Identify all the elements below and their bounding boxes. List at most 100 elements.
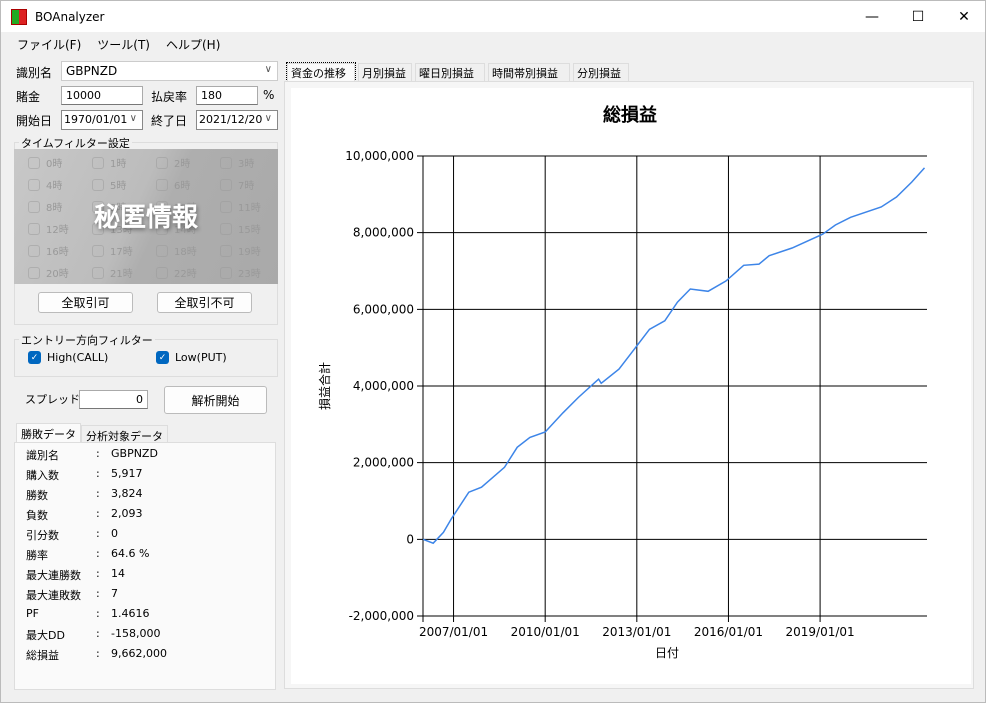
chart-tab[interactable]: 分別損益: [573, 63, 629, 81]
payout-input[interactable]: 180: [196, 86, 258, 105]
stat-row: 総損益:9,662,000: [26, 647, 167, 663]
maximize-button[interactable]: ☐: [895, 1, 941, 32]
checkbox-icon: [92, 266, 104, 279]
chart-tab[interactable]: 曜日別損益: [415, 63, 485, 81]
hour-checkbox[interactable]: 22時: [156, 265, 197, 280]
checkbox-icon: [92, 156, 104, 169]
stat-key: 負数: [26, 509, 48, 522]
hour-label: 17時: [110, 247, 133, 258]
stat-key: 識別名: [26, 449, 59, 462]
stat-key: 購入数: [26, 469, 59, 482]
stat-row: 購入数:5,917: [26, 467, 143, 483]
stat-sep: :: [96, 587, 100, 600]
window-title: BOAnalyzer: [35, 9, 105, 24]
hour-label: 22時: [174, 269, 197, 280]
checkbox-icon: [92, 178, 104, 191]
close-button[interactable]: ✕: [941, 1, 986, 32]
hour-label: 23時: [238, 269, 261, 280]
redacted-overlay: 秘匿情報: [93, 203, 198, 233]
menu-tools[interactable]: ツール(T): [89, 36, 158, 53]
stat-value: 9,662,000: [111, 647, 167, 660]
spread-input[interactable]: 0: [79, 390, 148, 409]
minimize-button[interactable]: —: [849, 1, 895, 32]
end-date-picker[interactable]: 2021/12/20 ∨: [196, 110, 278, 130]
stat-sep: :: [96, 507, 100, 520]
hour-checkbox[interactable]: 17時: [92, 243, 133, 258]
stat-row: PF:1.4616: [26, 607, 150, 620]
checkbox-icon: [28, 178, 40, 191]
stat-value: 1.4616: [111, 607, 150, 620]
analyze-button[interactable]: 解析開始: [164, 386, 267, 414]
payout-unit: %: [263, 88, 275, 102]
stats-panel: 識別名: GBPNZD 購入数:5,917 勝数:3,824 負数:2,093 引分数:0…: [14, 442, 276, 690]
spread-label: スプレッド: [25, 393, 80, 406]
hour-label: 6時: [174, 181, 191, 192]
high-call-checkbox[interactable]: ✓ High(CALL): [28, 351, 108, 364]
hour-checkbox[interactable]: 0時: [28, 155, 62, 170]
x-tick-label: 2016/01/01: [694, 625, 763, 639]
stat-value: 14: [111, 567, 125, 580]
allow-all-button[interactable]: 全取引可: [38, 292, 133, 313]
start-date-picker[interactable]: 1970/01/01 ∨: [61, 110, 143, 130]
hour-checkbox[interactable]: 6時: [156, 177, 190, 192]
hour-checkbox[interactable]: 4時: [28, 177, 62, 192]
deny-all-button[interactable]: 全取引不可: [157, 292, 252, 313]
stat-value: 2,093: [111, 507, 143, 520]
symbol-value: GBPNZD: [66, 64, 118, 78]
hour-checkbox[interactable]: 7時: [220, 177, 254, 192]
hour-checkbox[interactable]: 2時: [156, 155, 190, 170]
stat-sep: :: [96, 547, 100, 560]
hour-checkbox[interactable]: 19時: [220, 243, 261, 258]
tab-analysis-data[interactable]: 分析対象データ: [81, 425, 168, 443]
chevron-down-icon: ∨: [264, 64, 272, 75]
hour-label: 19時: [238, 247, 261, 258]
stat-sep: :: [96, 527, 100, 540]
checkbox-icon: [156, 244, 168, 257]
hour-checkbox[interactable]: 1時: [92, 155, 126, 170]
chart-tab[interactable]: 月別損益: [358, 63, 412, 81]
stat-sep: :: [96, 567, 100, 580]
menu-help[interactable]: ヘルプ(H): [158, 36, 228, 53]
hour-checkbox[interactable]: 21時: [92, 265, 133, 280]
checkbox-icon: [28, 266, 40, 279]
hour-checkbox[interactable]: 23時: [220, 265, 261, 280]
bet-label: 賭金: [16, 90, 41, 104]
tab-win-loss-data[interactable]: 勝敗データ: [16, 423, 81, 443]
stat-value: 5,917: [111, 467, 143, 480]
chart-title: 総損益: [603, 104, 657, 126]
stat-key: 最大連勝数: [26, 569, 81, 582]
hour-label: 0時: [46, 159, 63, 170]
y-tick-label: 8,000,000: [353, 226, 414, 240]
stat-key: 引分数: [26, 529, 59, 542]
hour-label: 20時: [46, 269, 69, 280]
redacted-hours-area: 23時 22時 21時 20時 19時 18時 17時 16時 15時 14時 13時 12時 11時 1…: [14, 149, 278, 284]
hour-checkbox[interactable]: 16時: [28, 243, 69, 258]
y-tick-label: -2,000,000: [349, 609, 414, 623]
x-tick-label: 2019/01/01: [786, 625, 855, 639]
app-icon: [11, 8, 27, 25]
x-tick-label: 2013/01/01: [602, 625, 671, 639]
stat-row: 引分数:0: [26, 527, 118, 543]
hour-label: 3時: [238, 159, 255, 170]
stat-row: 勝数:3,824: [26, 487, 143, 503]
symbol-select[interactable]: GBPNZD ∨: [61, 61, 278, 81]
x-tick-label: 2007/01/01: [419, 625, 488, 639]
hour-checkbox[interactable]: 5時: [92, 177, 126, 192]
high-call-label: High(CALL): [47, 351, 109, 364]
end-date-value: 2021/12/20: [199, 113, 263, 126]
checkbox-icon: [220, 244, 232, 257]
checkbox-icon: [220, 178, 232, 191]
hour-checkbox[interactable]: 18時: [156, 243, 197, 258]
stat-key: 最大連敗数: [26, 589, 81, 602]
start-date-value: 1970/01/01: [64, 113, 128, 126]
title-bar: BOAnalyzer — ☐ ✕: [1, 1, 985, 32]
bet-input[interactable]: 10000: [61, 86, 143, 105]
hour-checkbox[interactable]: 3時: [220, 155, 254, 170]
hour-checkbox[interactable]: 20時: [28, 265, 69, 280]
chart-tab[interactable]: 時間帯別損益: [488, 63, 570, 81]
low-put-checkbox[interactable]: ✓ Low(PUT): [156, 351, 227, 364]
menu-file[interactable]: ファイル(F): [9, 36, 89, 53]
start-date-label: 開始日: [16, 114, 53, 128]
chart-tab[interactable]: 資金の推移: [286, 62, 356, 82]
hour-label: 4時: [46, 181, 63, 192]
